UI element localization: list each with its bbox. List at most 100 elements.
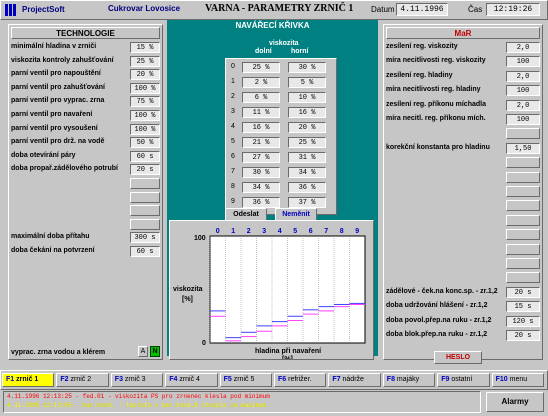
curve-lower-value[interactable]: 36 % xyxy=(242,197,280,208)
fkey-label: zrnič 2 xyxy=(70,376,92,383)
curve-lower-value[interactable]: 27 % xyxy=(242,152,280,163)
param-row: parní ventil pro vysoušení 100 % xyxy=(11,123,160,136)
fkey-f1-button[interactable]: F1 zrnič 1 xyxy=(2,373,55,387)
param-row: parní ventil pro vyprac. zrna 75 % xyxy=(11,95,160,108)
toggle-a-button[interactable]: A xyxy=(138,346,148,357)
curve-upper-value[interactable]: 25 % xyxy=(288,137,326,148)
curve-upper-value[interactable]: 37 % xyxy=(288,197,326,208)
param-value[interactable]: 50 % xyxy=(130,137,160,149)
mar-label: míra necitl. reg. příkonu mích. xyxy=(386,115,486,122)
fkey-f5-button[interactable]: F5 zrnič 5 xyxy=(219,373,272,387)
fkey-label: zrnič 1 xyxy=(16,376,39,383)
curve-upper-value[interactable]: 34 % xyxy=(288,167,326,178)
mar-value[interactable]: 2,0 xyxy=(506,70,540,82)
param-value[interactable]: 60 s xyxy=(130,246,160,257)
mar-value[interactable]: 20 s xyxy=(506,286,540,298)
curve-lower-value[interactable]: 25 % xyxy=(242,62,280,73)
mar-row: doba udržování hlášení - zr.1,2 15 s xyxy=(386,300,540,313)
curve-index: 6 xyxy=(231,153,235,160)
mar-value[interactable]: 1,50 xyxy=(506,142,540,154)
param-row: minimální hladina v zrniči 15 % xyxy=(11,41,160,54)
param-row xyxy=(11,218,160,231)
param-value[interactable]: 20 s xyxy=(130,164,160,176)
curve-lower-value[interactable]: 6 % xyxy=(242,92,280,103)
mar-title: MaR xyxy=(386,27,540,39)
alarm-line-1: 4.11.1996 12:13:25 - fed.01 - viskozita … xyxy=(7,393,270,400)
curve-index: 2 xyxy=(231,93,235,100)
lower-header: dolní xyxy=(255,48,272,55)
curve-upper-value[interactable]: 30 % xyxy=(288,62,326,73)
mar-value[interactable]: 2,0 xyxy=(506,99,540,111)
curve-upper-value[interactable]: 10 % xyxy=(288,92,326,103)
param-value[interactable]: 25 % xyxy=(130,55,160,67)
curve-upper-value[interactable]: 36 % xyxy=(288,182,326,193)
param-row: parní ventil pro navaření 100 % xyxy=(11,109,160,122)
x-tick-label: 9 xyxy=(355,228,359,235)
fkey-label: zrnič 5 xyxy=(233,376,255,383)
curve-upper-value[interactable]: 5 % xyxy=(288,77,326,88)
fkey-f8-button[interactable]: F8 majáky xyxy=(382,373,436,387)
fkey-code: F6 xyxy=(278,376,287,383)
curve-title: NAVÁŘECÍ KŘIVKA xyxy=(235,21,310,30)
param-label: parní ventil pro drž. na vodě xyxy=(11,138,105,146)
toggle-n-button[interactable]: N xyxy=(150,346,160,357)
param-value[interactable]: 300 s xyxy=(130,232,160,244)
curve-index: 3 xyxy=(231,108,235,115)
curve-chart: 0 1 2 3 4 5 6 7 8 9 100 0 viskozita [%] hladina při na… xyxy=(169,220,374,360)
curve-upper-value[interactable]: 20 % xyxy=(288,122,326,133)
fkey-label: ostatní xyxy=(451,376,473,383)
x-tick-label: 4 xyxy=(278,228,282,235)
curve-upper-value[interactable]: 31 % xyxy=(288,152,326,163)
curve-lower-value[interactable]: 11 % xyxy=(242,107,280,118)
fkey-f7-button[interactable]: F7 nádrže xyxy=(328,373,381,387)
fkey-f3-button[interactable]: F3 zrnič 3 xyxy=(110,373,164,387)
mar-label: doba blok.přep.na ruku - zr.1,2 xyxy=(386,331,488,338)
curve-lower-value[interactable]: 21 % xyxy=(242,137,280,148)
param-value[interactable]: 60 s xyxy=(130,150,160,162)
param-value[interactable]: 100 % xyxy=(130,82,160,94)
param-value[interactable]: 100 % xyxy=(130,123,160,135)
param-value[interactable]: 15 % xyxy=(130,42,160,53)
mar-value[interactable]: 120 s xyxy=(506,315,540,327)
param-row xyxy=(11,191,160,204)
mar-value[interactable]: 2,0 xyxy=(506,42,540,53)
mar-label: korekční konstanta pro hladinu xyxy=(386,143,490,151)
fkey-f2-button[interactable]: F2 zrnič 2 xyxy=(56,373,109,387)
mar-label: zesílení reg. viskozity xyxy=(386,43,458,50)
fkey-label: majáky xyxy=(396,376,420,383)
curve-lower-value[interactable]: 16 % xyxy=(242,122,280,133)
mar-value[interactable]: 20 s xyxy=(506,330,540,341)
fkey-f6-button[interactable]: F6 refrižer. xyxy=(274,373,327,387)
fkey-f4-button[interactable]: F4 zrnič 4 xyxy=(165,373,218,387)
mar-row xyxy=(386,199,540,212)
mar-row: zesílení reg. příkonu míchadla 2,0 xyxy=(386,99,540,112)
fkey-f9-button[interactable]: F9 ostatní xyxy=(437,373,490,387)
empty-value-slot xyxy=(130,205,160,217)
param-value[interactable]: 20 % xyxy=(130,69,160,81)
mar-row xyxy=(386,243,540,256)
mar-value[interactable]: 100 xyxy=(506,56,540,68)
curve-upper-value[interactable]: 16 % xyxy=(288,107,326,118)
mar-value[interactable]: 15 s xyxy=(506,301,540,313)
mar-label: doba udržování hlášení - zr.1,2 xyxy=(386,302,488,310)
curve-lower-value[interactable]: 30 % xyxy=(242,167,280,178)
param-label: doba otevírání páry xyxy=(11,151,76,159)
x-tick-label: 8 xyxy=(340,228,344,235)
curve-table: 0 25 % 30 % 1 2 % 5 % 2 6 % 10 % 3 11 % 16 % 4 16 % 20… xyxy=(225,58,337,215)
mar-value[interactable]: 100 xyxy=(506,85,540,97)
param-value[interactable]: 100 % xyxy=(130,110,160,121)
empty-value-slot xyxy=(506,171,540,183)
mar-value[interactable]: 100 xyxy=(506,114,540,125)
curve-lower-value[interactable]: 2 % xyxy=(242,77,280,88)
mar-label: míra necitlivosti reg. viskozity xyxy=(386,57,486,65)
alarms-button[interactable]: Alarmy xyxy=(486,392,544,412)
fkey-f10-button[interactable]: F10 menu xyxy=(491,373,544,387)
param-value[interactable]: 75 % xyxy=(130,96,160,108)
password-button[interactable]: HESLO xyxy=(434,351,482,364)
technology-panel: TECHNOLOGIE minimální hladina v zrniči 15… xyxy=(8,24,163,360)
x-tick-label: 7 xyxy=(324,228,328,235)
mar-label: zádělové - ček.na konc.sp. - zr.1,2 xyxy=(386,287,498,295)
curve-lower-value[interactable]: 34 % xyxy=(242,182,280,193)
logo-icon xyxy=(5,4,19,16)
technology-title: TECHNOLOGIE xyxy=(11,27,160,39)
